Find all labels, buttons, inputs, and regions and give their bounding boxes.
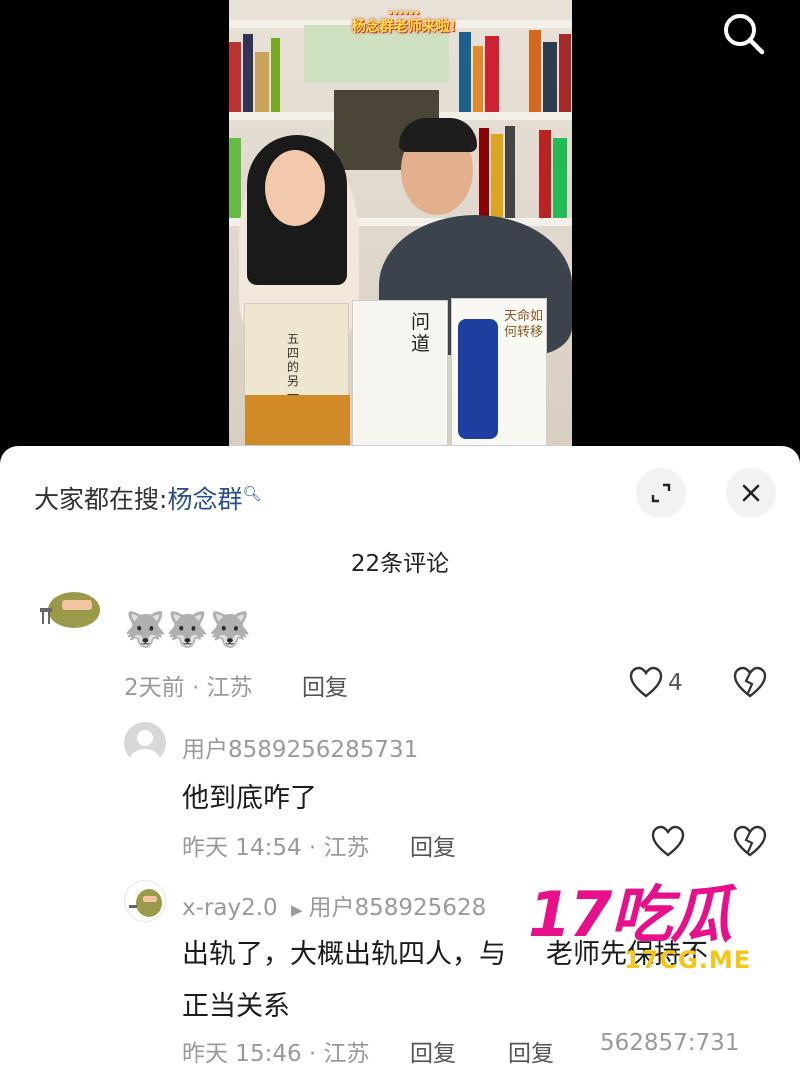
reply-username-text[interactable]: x-ray2.0 — [182, 895, 278, 921]
reply-arrow-icon: ▶ — [290, 901, 303, 919]
frog-avatar-icon — [129, 889, 162, 917]
reply-text: 他到底咋了 — [182, 783, 317, 814]
heart-icon — [629, 666, 663, 698]
reply-username[interactable]: 用户8589256285731 — [182, 730, 418, 764]
search-suggestion-prefix: 大家都在搜: — [34, 485, 168, 514]
search-button[interactable] — [716, 6, 772, 62]
like-count: 4 — [668, 670, 683, 696]
book-wendao: 问道 — [352, 300, 448, 446]
like-button[interactable] — [648, 822, 688, 862]
video-frame[interactable]: ...... 杨念群老师来啦! 五四的另一面 问道 天命如何转移 — [229, 0, 572, 446]
reply-trailing-text: 562857:731 — [600, 1030, 740, 1056]
watermark-domain: 17CG.ME — [624, 946, 752, 974]
reply-meta: 昨天 15:46 · 江苏 — [182, 1041, 370, 1067]
host-man-hair — [399, 118, 477, 152]
reply-target-username[interactable]: 用户858925628 — [309, 895, 487, 921]
close-button[interactable] — [726, 468, 776, 518]
default-user-icon — [130, 730, 160, 764]
search-suggestion[interactable]: 大家都在搜:杨念群🔍︎ — [34, 480, 262, 516]
caption-line: 杨念群老师来啦! — [351, 19, 457, 35]
reply-meta: 昨天 14:54 · 江苏 — [182, 835, 370, 861]
comment-meta: 2天前 · 江苏 — [124, 675, 253, 701]
book-wusi: 五四的另一面 — [244, 303, 350, 446]
search-small-icon: 🔍︎ — [242, 484, 262, 503]
reply-button[interactable]: 回复 — [302, 668, 348, 702]
reply-username[interactable]: x-ray2.0 ▶ 用户858925628 — [182, 888, 486, 922]
search-icon — [724, 14, 765, 55]
heart-icon — [651, 825, 685, 857]
host-woman-face — [265, 150, 325, 226]
site-watermark: 17吃瓜 17CG.ME — [528, 880, 788, 980]
search-suggestion-keyword[interactable]: 杨念群 — [167, 485, 242, 514]
broken-heart-icon — [733, 666, 767, 698]
caption-line: ...... — [388, 2, 420, 18]
like-button[interactable] — [626, 663, 666, 703]
reply-text-line: 出轨了，大概出轨四人，与 — [182, 939, 506, 970]
avatar[interactable] — [124, 880, 166, 922]
expand-button[interactable] — [636, 468, 686, 518]
dislike-button[interactable] — [730, 663, 770, 703]
dislike-button[interactable] — [730, 822, 770, 862]
video-caption: ...... 杨念群老师来啦! — [319, 2, 489, 36]
book-tianming: 天命如何转移 — [451, 298, 547, 446]
expand-icon — [651, 483, 671, 503]
reply-text-line2: 正当关系 — [182, 991, 290, 1022]
close-icon — [742, 484, 760, 502]
comment-text: 🐺🐺🐺 — [124, 610, 252, 650]
reply-button[interactable]: 回复 — [508, 1034, 554, 1068]
comment-count: 22条评论 — [350, 551, 450, 577]
avatar[interactable] — [124, 722, 166, 764]
watermark-logo-text: 17吃瓜 — [528, 878, 732, 951]
reply-button[interactable]: 回复 — [410, 828, 456, 862]
reply-button[interactable]: 回复 — [410, 1034, 456, 1068]
broken-heart-icon — [733, 825, 767, 857]
